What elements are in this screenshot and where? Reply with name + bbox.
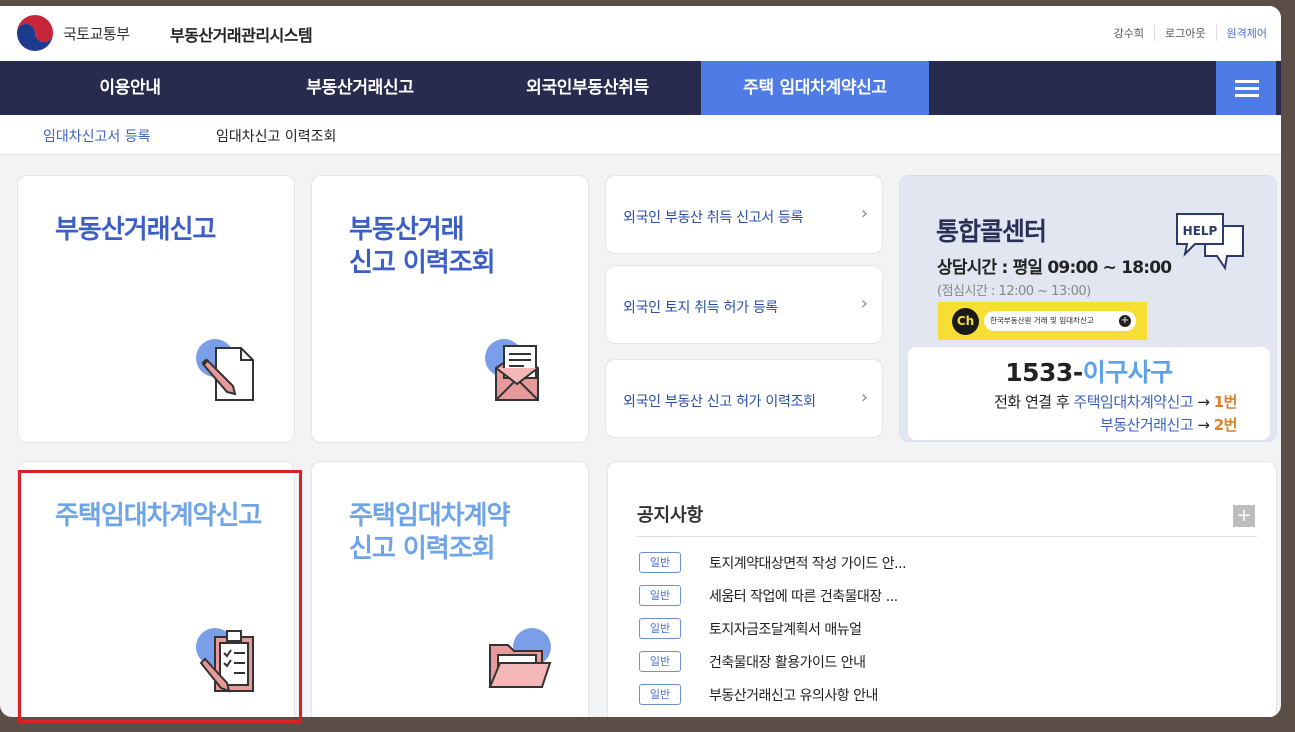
route-real-estate: 부동산거래신고 → 2번 [1100,414,1237,435]
card-title-line2: 신고 이력조회 [349,534,496,564]
kakao-channel-label: 한국부동산원 거래 및 임대차신고 + [984,311,1136,331]
route-arrow: → [1193,416,1214,434]
card-lease-history[interactable]: 주택임대차계약 신고 이력조회 [311,461,589,717]
card-title-line2: 신고 이력조회 [349,248,496,278]
notice-text[interactable]: 토지자금조달계획서 매뉴얼 [709,619,862,639]
notice-title: 공지사항 [637,505,704,526]
card-title: 부동산거래 신고 이력조회 [349,214,496,280]
government-logo-icon[interactable] [16,14,54,52]
notice-text[interactable]: 토지계약대상면적 작성 가이드 안... [709,553,907,573]
notice-more-button[interactable]: + [1233,505,1255,527]
utility-links: 강수희 로그아웃 원격제어 [1104,25,1267,41]
link-label: 외국인 토지 취득 허가 등록 [623,300,778,316]
chevron-right-icon: › [860,203,868,224]
card-real-estate-report[interactable]: 부동산거래신고 [17,175,295,443]
subnav-item-lease-register[interactable]: 임대차신고서 등록 [43,126,151,146]
notice-badge: 일반 [639,651,681,672]
route-lease: 전화 연결 후 주택임대차계약신고 → 1번 [994,391,1237,412]
pencil-document-icon [196,339,254,401]
notice-badge: 일반 [639,552,681,573]
remote-control-link[interactable]: 원격제어 [1215,25,1267,41]
hamburger-menu-button[interactable] [1216,61,1276,115]
chevron-right-icon: › [860,387,868,408]
hamburger-icon [1235,80,1259,83]
highlight-frame [18,470,302,723]
notice-badge: 일반 [639,618,681,639]
nav-item-lease-report[interactable]: 주택 임대차계약신고 [701,61,929,115]
route-number: 2번 [1213,416,1238,434]
call-center-title: 통합콜센터 [936,217,1047,246]
route-prefix: 전화 연결 후 [994,393,1074,411]
link-label: 외국인 부동산 취득 신고서 등록 [623,210,804,226]
link-foreign-permit-history[interactable]: 외국인 부동산 신고 허가 이력조회 › [605,359,883,438]
envelope-letter-icon [485,339,539,401]
phone-info-box: 1533-이구사구 전화 연결 후 주택임대차계약신고 → 1번 부동산거래신고… [908,347,1270,440]
card-title-line1: 주택임대차계약 [349,501,510,531]
link-foreign-acquisition-register[interactable]: 외국인 부동산 취득 신고서 등록 › [605,175,883,254]
card-title-line1: 부동산거래 [349,215,465,245]
link-label: 외국인 부동산 신고 허가 이력조회 [623,394,816,410]
hamburger-icon-bar [1235,94,1259,97]
plus-icon: + [1119,315,1131,327]
folder-open-icon [488,628,552,688]
nav-item-real-estate-report[interactable]: 부동산거래신고 [270,61,450,115]
help-bubble-icon: HELP [1176,213,1244,271]
card-title: 부동산거래신고 [55,215,216,245]
ministry-name[interactable]: 국토교통부 [63,23,130,44]
call-center-lunch: (점심시간 : 12:00 ~ 13:00) [937,284,1091,299]
logout-link[interactable]: 로그아웃 [1154,25,1215,41]
kakao-channel-text: 한국부동산원 거래 및 임대차신고 [990,316,1094,325]
kakao-channel-button[interactable]: Ch 한국부동산원 거래 및 임대차신고 + [938,302,1147,340]
route-number: 1번 [1213,393,1238,411]
notice-text[interactable]: 부동산거래신고 유의사항 안내 [709,685,878,705]
card-title: 주택임대차계약 신고 이력조회 [349,500,510,566]
route-target: 부동산거래신고 [1100,416,1194,434]
chevron-right-icon: › [860,293,868,314]
main-nav: 이용안내 부동산거래신고 외국인부동산취득 주택 임대차계약신고 [0,61,1281,115]
notice-badge: 일반 [639,684,681,705]
phone-number[interactable]: 1533-이구사구 [908,353,1270,389]
route-arrow: → [1193,393,1214,411]
help-bubble-text: HELP [1183,224,1218,238]
nav-item-foreign-acquisition[interactable]: 외국인부동산취득 [495,61,680,115]
notice-badge: 일반 [639,585,681,606]
phone-prefix: 1533- [1005,358,1083,387]
call-center-panel: 통합콜센터 상담시간 : 평일 09:00 ~ 18:00 (점심시간 : 12… [899,175,1277,442]
route-target: 주택임대차계약신고 [1073,393,1194,411]
link-foreign-land-permit[interactable]: 외국인 토지 취득 허가 등록 › [605,265,883,344]
card-real-estate-history[interactable]: 부동산거래 신고 이력조회 [311,175,589,443]
kakao-channel-icon: Ch [952,308,979,335]
nav-item-guide[interactable]: 이용안내 [40,61,220,115]
notice-text[interactable]: 세움터 작업에 따른 건축물대장 ... [709,586,898,606]
subnav-item-lease-history[interactable]: 임대차신고 이력조회 [216,126,336,146]
hamburger-icon-bar [1235,87,1259,90]
notice-text[interactable]: 건축물대장 활용가이드 안내 [709,652,866,672]
notice-board: 공지사항 + 일반 토지계약대상면적 작성 가이드 안... 일반 세움터 작업… [607,461,1277,717]
sub-nav: 임대차신고서 등록 임대차신고 이력조회 [0,115,1281,155]
user-name-link[interactable]: 강수희 [1104,25,1154,41]
notice-divider [637,536,1257,537]
system-title[interactable]: 부동산거래관리시스템 [170,22,313,46]
call-center-hours: 상담시간 : 평일 09:00 ~ 18:00 [937,258,1172,278]
phone-word: 이구사구 [1082,358,1174,387]
site-header: 국토교통부 부동산거래관리시스템 강수희 로그아웃 원격제어 [0,6,1281,61]
